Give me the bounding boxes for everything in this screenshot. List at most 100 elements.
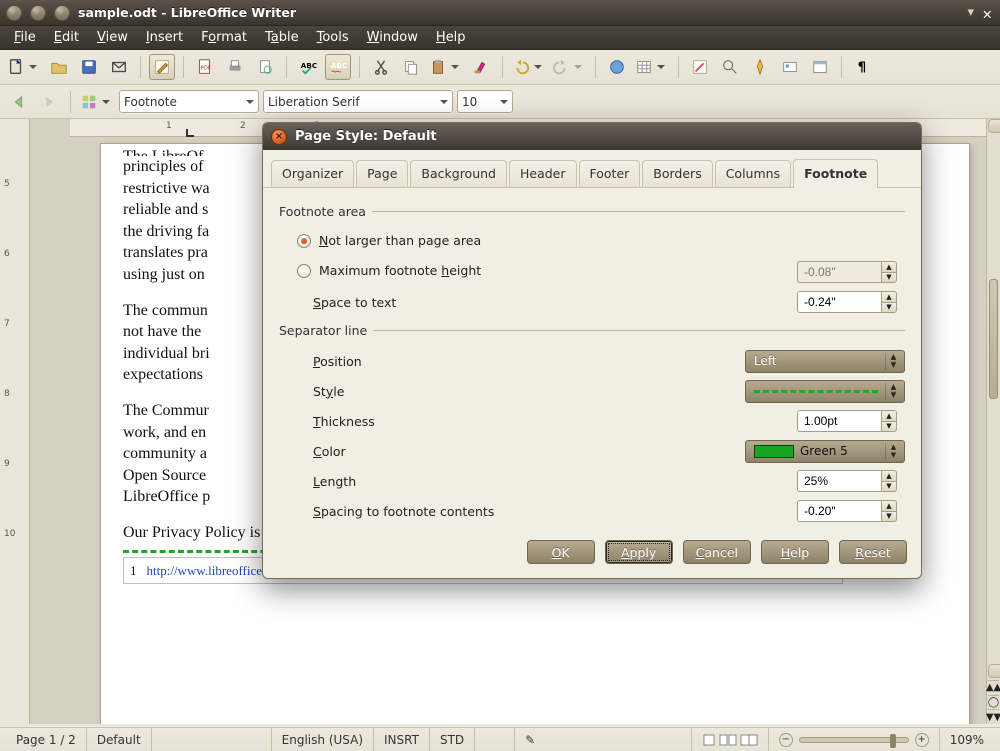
email-button[interactable] xyxy=(106,54,132,80)
hyperlink-button[interactable] xyxy=(604,54,630,80)
cancel-button[interactable]: Cancel xyxy=(683,540,751,564)
status-style[interactable]: Default xyxy=(86,728,151,751)
spin-up-icon[interactable]: ▲ xyxy=(881,410,897,421)
zoom-slider[interactable] xyxy=(799,737,909,743)
view-book-icon[interactable] xyxy=(740,733,758,747)
max-height-spin[interactable]: ▲▼ xyxy=(797,261,905,283)
thickness-spin[interactable]: ▲▼ xyxy=(797,410,905,432)
spin-down-icon[interactable]: ▼ xyxy=(881,302,897,314)
space-to-text-spin[interactable]: ▲▼ xyxy=(797,291,905,313)
insert-table-button[interactable] xyxy=(634,54,670,80)
tabstop-icon[interactable] xyxy=(186,129,194,137)
nav-forward-button[interactable] xyxy=(36,91,62,113)
view-single-icon[interactable] xyxy=(702,733,716,747)
radio-not-larger[interactable]: Not larger than page area xyxy=(297,233,481,248)
redo-button[interactable] xyxy=(551,54,587,80)
prev-page-icon[interactable]: ▲▲ xyxy=(988,680,999,695)
print-preview-button[interactable] xyxy=(252,54,278,80)
view-multi-icon[interactable] xyxy=(719,733,737,747)
apply-button[interactable]: Apply xyxy=(605,540,673,564)
menu-view[interactable]: View xyxy=(89,27,136,48)
spacing-input[interactable] xyxy=(797,500,881,522)
window-menu-chevron-icon[interactable]: ▾ xyxy=(967,5,974,20)
navigator-button[interactable] xyxy=(747,54,773,80)
datasources-button[interactable] xyxy=(807,54,833,80)
tab-organizer[interactable]: Organizer xyxy=(271,160,354,187)
status-sig-icon[interactable]: ✎ xyxy=(514,728,535,751)
font-name-combo[interactable]: Liberation Serif xyxy=(263,90,453,113)
menu-edit[interactable]: Edit xyxy=(46,27,87,48)
undo-button[interactable] xyxy=(511,54,547,80)
copy-button[interactable] xyxy=(398,54,424,80)
menu-window[interactable]: Window xyxy=(359,27,426,48)
tab-columns[interactable]: Columns xyxy=(715,160,791,187)
paragraph-style-combo[interactable]: Footnote xyxy=(119,90,259,113)
status-page[interactable]: Page 1 / 2 xyxy=(6,728,86,751)
cut-button[interactable] xyxy=(368,54,394,80)
zoom-out-button[interactable]: − xyxy=(779,733,793,747)
scroll-thumb[interactable] xyxy=(989,279,998,399)
print-button[interactable] xyxy=(222,54,248,80)
dialog-titlebar[interactable]: × Page Style: Default xyxy=(263,123,921,150)
gallery-button[interactable] xyxy=(777,54,803,80)
status-lang[interactable]: English (USA) xyxy=(271,728,373,751)
radio-max-height[interactable]: Maximum footnote height xyxy=(297,263,481,278)
tab-borders[interactable]: Borders xyxy=(642,160,712,187)
styles-window-button[interactable] xyxy=(79,89,115,115)
tab-page[interactable]: Page xyxy=(356,160,408,187)
status-insrt[interactable]: INSRT xyxy=(373,728,429,751)
find-replace-button[interactable] xyxy=(717,54,743,80)
nav-back-button[interactable] xyxy=(6,91,32,113)
menu-table[interactable]: Table xyxy=(257,27,307,48)
menu-file[interactable]: FFileile xyxy=(6,27,44,48)
window-min-icon[interactable] xyxy=(30,5,46,21)
ok-button[interactable]: OK xyxy=(527,540,595,564)
reset-button[interactable]: Reset xyxy=(839,540,907,564)
dialog-close-icon[interactable]: × xyxy=(271,129,287,145)
help-button[interactable]: Help xyxy=(761,540,829,564)
space-to-text-input[interactable] xyxy=(797,291,881,313)
zoom-in-button[interactable]: + xyxy=(915,733,929,747)
font-size-combo[interactable]: 10 xyxy=(457,90,513,113)
paste-button[interactable] xyxy=(428,54,464,80)
nonprinting-chars-button[interactable]: ¶ xyxy=(850,54,876,80)
spin-down-icon[interactable]: ▼ xyxy=(881,272,897,284)
vertical-scrollbar[interactable]: ▲ ▼ ▲▲ ◯ ▼▼ xyxy=(986,119,1000,724)
scroll-down-icon[interactable]: ▼ xyxy=(988,664,1000,678)
format-paintbrush-button[interactable] xyxy=(468,54,494,80)
menu-format[interactable]: Format xyxy=(193,27,255,48)
color-dropdown[interactable]: Green 5 ▲▼ xyxy=(745,440,905,463)
show-draw-button[interactable] xyxy=(687,54,713,80)
open-button[interactable] xyxy=(46,54,72,80)
new-doc-button[interactable] xyxy=(6,54,42,80)
status-zoom[interactable]: 109% xyxy=(939,728,994,751)
spin-down-icon[interactable]: ▼ xyxy=(881,511,897,523)
spin-up-icon[interactable]: ▲ xyxy=(881,500,897,511)
length-spin[interactable]: ▲▼ xyxy=(797,470,905,492)
menu-tools[interactable]: Tools xyxy=(309,27,357,48)
window-close-icon[interactable] xyxy=(6,5,22,21)
spin-up-icon[interactable]: ▲ xyxy=(881,291,897,302)
style-dropdown[interactable]: ▲▼ xyxy=(745,380,905,403)
tab-footer[interactable]: Footer xyxy=(579,160,641,187)
tab-footnote[interactable]: Footnote xyxy=(793,159,878,188)
window-x-icon[interactable]: ✕ xyxy=(982,7,994,19)
status-sel[interactable] xyxy=(474,728,514,751)
edit-mode-button[interactable] xyxy=(149,54,175,80)
spin-up-icon[interactable]: ▲ xyxy=(881,470,897,481)
status-std[interactable]: STD xyxy=(429,728,474,751)
thickness-input[interactable] xyxy=(797,410,881,432)
window-max-icon[interactable] xyxy=(54,5,70,21)
spacing-spin[interactable]: ▲▼ xyxy=(797,500,905,522)
spin-down-icon[interactable]: ▼ xyxy=(881,481,897,493)
tab-header[interactable]: Header xyxy=(509,160,577,187)
spin-down-icon[interactable]: ▼ xyxy=(881,421,897,433)
spin-up-icon[interactable]: ▲ xyxy=(881,261,897,272)
status-viewmode[interactable] xyxy=(691,728,768,751)
menu-help[interactable]: Help xyxy=(428,27,474,48)
spellcheck-button[interactable]: ABC xyxy=(295,54,321,80)
export-pdf-button[interactable]: PDF xyxy=(192,54,218,80)
length-input[interactable] xyxy=(797,470,881,492)
tab-background[interactable]: Background xyxy=(410,160,507,187)
save-button[interactable] xyxy=(76,54,102,80)
